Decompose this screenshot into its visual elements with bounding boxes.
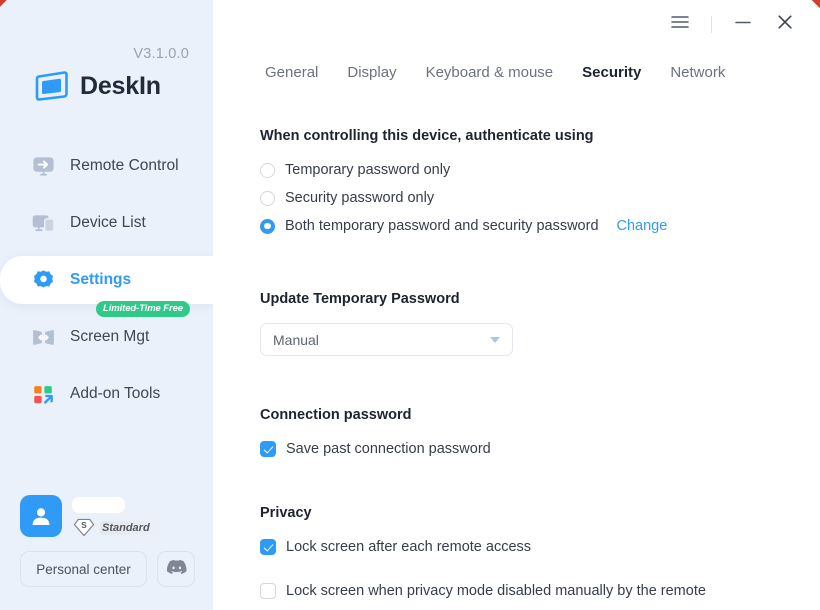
main-content: General Display Keyboard & mouse Securit… — [213, 0, 820, 610]
close-button[interactable] — [764, 7, 806, 41]
update-temp-password-select[interactable]: Manual — [260, 323, 513, 356]
sidebar-footer: Personal center — [20, 551, 195, 587]
sidebar-item-label: Add-on Tools — [70, 385, 161, 402]
hamburger-menu-icon — [671, 15, 689, 34]
radio-row-both-passwords[interactable]: Both temporary password and security pas… — [260, 212, 820, 240]
app-window: V3.1.0.0 DeskIn Remote Control Device Li… — [0, 0, 820, 610]
minimize-icon — [734, 15, 752, 34]
radio-row-temporary-password-only[interactable]: Temporary password only — [260, 156, 820, 184]
tab-general[interactable]: General — [265, 64, 318, 81]
limited-time-free-badge: Limited-Time Free — [96, 301, 190, 317]
radio-security-password-only[interactable] — [260, 190, 275, 206]
checkbox-row-lock-screen-privacy-mode-disabled[interactable]: Lock screen when privacy mode disabled m… — [260, 577, 820, 605]
tier-badge: S Standard — [72, 517, 164, 538]
change-password-link[interactable]: Change — [617, 218, 668, 234]
discord-icon — [166, 559, 187, 579]
authenticate-section-title: When controlling this device, authentica… — [260, 128, 594, 144]
corner-artifact-top-right — [811, 0, 820, 9]
discord-button[interactable] — [157, 551, 195, 587]
standard-diamond-icon: S — [73, 518, 95, 537]
radio-label: Temporary password only — [285, 162, 451, 178]
corner-artifact-top-left — [0, 0, 9, 9]
devices-icon — [30, 210, 56, 236]
username-redacted — [72, 497, 125, 513]
account-block[interactable]: S Standard — [20, 495, 164, 538]
radio-label: Security password only — [285, 190, 435, 206]
privacy-section-title: Privacy — [260, 505, 312, 521]
radio-both-passwords[interactable] — [260, 218, 275, 234]
hamburger-menu-button[interactable] — [659, 7, 701, 41]
svg-text:S: S — [81, 521, 87, 530]
checkbox-label: Lock screen after each remote access — [286, 539, 532, 555]
security-settings-panel: When controlling this device, authentica… — [260, 128, 820, 605]
deskin-logo-icon — [34, 68, 70, 104]
screen-split-icon — [30, 324, 56, 350]
tab-keyboard-mouse[interactable]: Keyboard & mouse — [426, 64, 554, 81]
app-version: V3.1.0.0 — [133, 46, 189, 62]
minimize-button[interactable] — [722, 7, 764, 41]
sidebar-item-label: Settings — [70, 271, 132, 288]
checkbox-save-past-connection-password[interactable] — [260, 441, 276, 457]
sidebar-item-label: Device List — [70, 214, 146, 231]
addon-grid-icon — [30, 381, 56, 407]
close-icon — [776, 13, 794, 36]
sidebar-item-label: Remote Control — [70, 157, 179, 174]
sidebar-item-settings[interactable]: Settings — [0, 256, 213, 304]
sidebar-item-label: Screen Mgt — [70, 328, 150, 345]
user-avatar-icon — [20, 495, 62, 537]
checkbox-lock-screen-privacy-mode-disabled[interactable] — [260, 583, 276, 599]
radio-label: Both temporary password and security pas… — [285, 218, 599, 234]
update-temp-password-title: Update Temporary Password — [260, 291, 460, 307]
sidebar-nav: Remote Control Device List Settings Scre… — [0, 142, 213, 427]
checkbox-label: Lock screen when privacy mode disabled m… — [286, 583, 706, 599]
tab-network[interactable]: Network — [670, 64, 725, 81]
brand-name: DeskIn — [80, 71, 161, 100]
sidebar: V3.1.0.0 DeskIn Remote Control Device Li… — [0, 0, 213, 610]
sidebar-item-screen-mgt[interactable]: Screen Mgt Limited-Time Free — [0, 301, 213, 361]
select-value: Manual — [273, 331, 319, 348]
brand: DeskIn — [34, 68, 161, 104]
personal-center-button[interactable]: Personal center — [20, 551, 147, 587]
sidebar-item-remote-control[interactable]: Remote Control — [0, 142, 213, 190]
radio-temporary-password-only[interactable] — [260, 162, 275, 178]
checkbox-label: Save past connection password — [286, 441, 491, 457]
checkbox-lock-screen-after-remote-access[interactable] — [260, 539, 276, 555]
checkbox-row-lock-screen-after-remote-access[interactable]: Lock screen after each remote access — [260, 533, 820, 561]
sidebar-item-addon-tools[interactable]: Add-on Tools — [0, 370, 213, 418]
monitor-arrow-icon — [30, 153, 56, 179]
radio-row-security-password-only[interactable]: Security password only — [260, 184, 820, 212]
tab-display[interactable]: Display — [347, 64, 396, 81]
tier-label: Standard — [100, 520, 164, 535]
window-controls-divider — [711, 15, 712, 33]
tab-security[interactable]: Security — [582, 64, 641, 81]
connection-password-title: Connection password — [260, 407, 412, 423]
gear-icon — [30, 267, 56, 293]
settings-tabs: General Display Keyboard & mouse Securit… — [265, 64, 725, 81]
sidebar-item-device-list[interactable]: Device List — [0, 199, 213, 247]
checkbox-row-save-past-connection-password[interactable]: Save past connection password — [260, 435, 820, 463]
chevron-down-icon — [490, 336, 500, 343]
window-controls — [659, 6, 806, 42]
